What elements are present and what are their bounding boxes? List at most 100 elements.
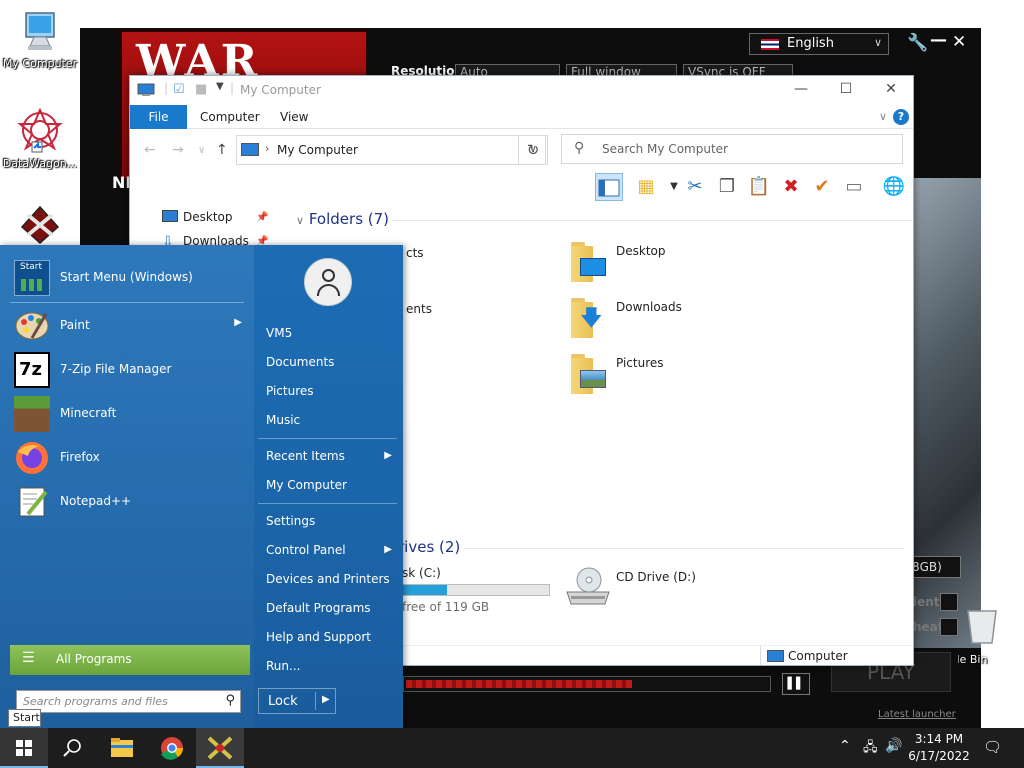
sidebar-item-desktop[interactable]: Desktop bbox=[162, 210, 233, 230]
desktop-icon-datawagon[interactable]: DataWagon... bbox=[0, 107, 80, 170]
folder-item-pictures[interactable]: Pictures bbox=[570, 354, 750, 400]
lock-label: Lock bbox=[268, 694, 298, 709]
start-menu-recent-items[interactable]: Recent Items ▶ bbox=[266, 449, 396, 463]
start-menu-control-panel[interactable]: Control Panel ▶ bbox=[266, 543, 396, 557]
start-menu-item-paint[interactable]: Paint ▶ bbox=[12, 306, 244, 346]
taskbar-file-explorer[interactable] bbox=[98, 728, 146, 768]
customize-toolbar-icon[interactable]: ▼ bbox=[216, 81, 224, 92]
start-menu-item-7zip[interactable]: 7z 7-Zip File Manager bbox=[12, 350, 244, 390]
breadcrumb-arrow-icon: › bbox=[265, 142, 270, 155]
language-select[interactable]: English ∨ bbox=[749, 33, 889, 55]
paste-icon[interactable]: 📋 bbox=[745, 173, 773, 201]
folder-item[interactable]: cts bbox=[406, 244, 586, 290]
expand-ribbon-icon[interactable]: ∨ bbox=[879, 110, 887, 123]
wrench-icon[interactable]: 🔧 bbox=[907, 33, 928, 53]
folder-options-icon[interactable]: ▦ bbox=[632, 173, 660, 201]
start-menu-my-computer[interactable]: My Computer bbox=[266, 478, 396, 492]
recycle-bin-label-wrap: Recycle Bin bbox=[958, 653, 1024, 667]
power-options-arrow-icon[interactable]: ▶ bbox=[322, 694, 330, 705]
start-menu-music[interactable]: Music bbox=[266, 413, 396, 427]
network-icon[interactable]: 🖧 bbox=[863, 738, 878, 760]
taskbar-search-button[interactable] bbox=[48, 728, 96, 768]
desktop-icon-recycle-bin[interactable] bbox=[960, 605, 1000, 648]
option-checkbox[interactable] bbox=[940, 593, 958, 611]
taskbar-clock[interactable]: 3:14 PM 6/17/2022 bbox=[900, 731, 978, 765]
folder-label: Desktop bbox=[616, 244, 666, 258]
cut-icon[interactable]: ✂ bbox=[681, 173, 709, 201]
start-menu-documents[interactable]: Documents bbox=[266, 355, 396, 369]
maximize-button[interactable]: ☐ bbox=[831, 80, 861, 100]
recent-locations-icon[interactable]: ∨ bbox=[198, 145, 205, 156]
folders-group-header[interactable]: ∨ Folders (7) bbox=[296, 210, 912, 228]
new-folder-icon[interactable]: ■ bbox=[195, 82, 207, 97]
start-menu-run[interactable]: Run... bbox=[266, 659, 396, 673]
all-programs-button[interactable]: ☰ All Programs bbox=[10, 645, 250, 675]
drive-item-cd[interactable]: CD Drive (D:) bbox=[565, 566, 745, 614]
drive-item-local-disk[interactable]: sk (C:) free of 119 GB bbox=[402, 566, 552, 616]
start-button[interactable] bbox=[0, 728, 48, 768]
tab-view[interactable]: View bbox=[272, 105, 316, 129]
status-text: Computer bbox=[788, 649, 848, 663]
start-menu-item-firefox[interactable]: Firefox bbox=[12, 438, 244, 478]
copy-icon[interactable]: ❐ bbox=[713, 173, 741, 201]
start-menu-devices-printers[interactable]: Devices and Printers bbox=[266, 572, 396, 586]
folder-item[interactable]: ents bbox=[406, 300, 586, 346]
help-icon[interactable]: ? bbox=[893, 109, 909, 125]
minimize-button[interactable]: — bbox=[786, 80, 816, 100]
option-checkbox[interactable] bbox=[940, 618, 958, 636]
folder-item-desktop[interactable]: Desktop bbox=[570, 242, 750, 288]
pin-icon[interactable]: 📌 bbox=[256, 212, 268, 223]
language-value: English bbox=[787, 36, 834, 51]
close-button[interactable]: ✕ bbox=[952, 32, 966, 52]
start-menu-default-programs[interactable]: Default Programs bbox=[266, 601, 396, 615]
status-divider bbox=[760, 646, 761, 665]
close-button[interactable]: ✕ bbox=[876, 80, 906, 100]
folder-item-downloads[interactable]: 🡇 Downloads bbox=[570, 298, 750, 344]
start-menu-settings[interactable]: Settings bbox=[266, 514, 396, 528]
rename-icon[interactable]: ▭ bbox=[840, 173, 868, 201]
tab-computer[interactable]: Computer bbox=[192, 105, 268, 129]
start-menu-item-label: Notepad++ bbox=[60, 494, 132, 508]
chrome-icon bbox=[161, 737, 183, 760]
submenu-arrow-icon: ▶ bbox=[234, 317, 242, 328]
action-center-icon[interactable]: 🗨 bbox=[983, 738, 1002, 756]
taskbar-chrome[interactable] bbox=[148, 728, 196, 768]
show-hidden-icons-chevron-icon[interactable]: ⌃ bbox=[839, 738, 851, 754]
up-arrow-icon[interactable]: ↑ bbox=[216, 142, 228, 158]
latest-launcher-link[interactable]: Latest launcher bbox=[878, 709, 956, 720]
download-progress-bar bbox=[403, 676, 771, 692]
minimize-button[interactable]: — bbox=[930, 30, 947, 50]
avatar[interactable] bbox=[304, 258, 352, 306]
taskbar-game-launcher[interactable] bbox=[196, 728, 244, 768]
search-input[interactable]: ⚲ Search My Computer bbox=[561, 134, 903, 164]
network-globe-icon[interactable]: 🌐 bbox=[880, 173, 908, 201]
start-menu-item-minecraft[interactable]: Minecraft bbox=[12, 394, 244, 434]
address-field[interactable]: › My Computer ∨ bbox=[236, 135, 546, 165]
preview-pane-icon[interactable] bbox=[595, 173, 623, 201]
drive-free-space: free of 119 GB bbox=[402, 600, 490, 614]
start-menu-user[interactable]: VM5 bbox=[266, 326, 396, 340]
datawagon-icon bbox=[17, 107, 63, 153]
desktop-icon-game[interactable] bbox=[0, 205, 80, 248]
refresh-button[interactable]: ↻ bbox=[518, 135, 548, 165]
memory-select[interactable]: 8GB) bbox=[908, 556, 961, 578]
desktop-icon-my-computer[interactable]: My Computer bbox=[0, 10, 80, 70]
pause-button[interactable]: ▌▌ bbox=[782, 673, 810, 695]
lock-button[interactable]: Lock ▶ bbox=[258, 688, 336, 714]
start-search-placeholder: Search programs and files bbox=[23, 695, 168, 708]
forward-arrow-icon[interactable]: → bbox=[172, 142, 184, 158]
start-menu-pictures[interactable]: Pictures bbox=[266, 384, 396, 398]
check-icon[interactable]: ✔ bbox=[808, 173, 836, 201]
start-menu-help-support[interactable]: Help and Support bbox=[266, 630, 396, 644]
drives-group-header[interactable]: rives (2) bbox=[398, 538, 904, 556]
start-search-input[interactable]: Search programs and files ⚲ bbox=[16, 690, 241, 713]
tab-file[interactable]: File bbox=[130, 105, 187, 129]
start-menu-item-start-menu-windows[interactable]: Start Start Menu (Windows) bbox=[12, 258, 244, 298]
back-arrow-icon[interactable]: ← bbox=[144, 142, 156, 158]
properties-icon[interactable]: ☑ bbox=[173, 82, 185, 97]
delete-icon[interactable]: ✖ bbox=[777, 173, 805, 201]
drive-label: CD Drive (D:) bbox=[616, 570, 696, 584]
title-bar[interactable]: | ☑ ■ ▼ | My Computer — ☐ ✕ bbox=[130, 76, 913, 104]
start-menu-item-notepad-plus-plus[interactable]: Notepad++ bbox=[12, 482, 244, 522]
downloads-folder-icon: 🡇 bbox=[570, 298, 608, 338]
